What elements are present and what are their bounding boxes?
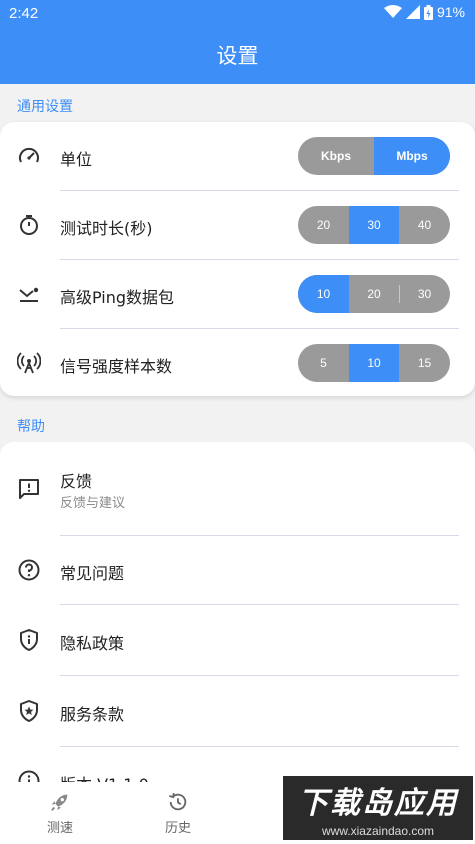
antenna-icon — [17, 352, 41, 374]
section-title-general: 通用设置 — [17, 99, 73, 115]
app-bar: 设置 — [0, 26, 475, 84]
nav-item-history[interactable]: 历史 — [138, 782, 218, 844]
setting-row-ping: 高级Ping数据包 10 20 30 — [0, 260, 475, 328]
unit-option-kbps[interactable]: Kbps — [298, 137, 374, 175]
setting-row-signal: 信号强度样本数 5 10 15 — [0, 329, 475, 396]
signal-icon — [405, 5, 420, 19]
battery-level: 91% — [436, 4, 465, 20]
ping-selector: 10 20 30 — [298, 275, 450, 313]
help-sub-feedback: 反馈与建议 — [60, 496, 126, 511]
signal-option-15[interactable]: 15 — [399, 344, 450, 382]
duration-selector: 20 30 40 — [298, 206, 450, 244]
duration-option-40[interactable]: 40 — [399, 206, 450, 244]
rocket-icon — [51, 794, 68, 811]
nav-label-history: 历史 — [164, 820, 191, 836]
timer-icon — [20, 215, 38, 235]
duration-option-20[interactable]: 20 — [298, 206, 349, 244]
nav-label-speed: 测速 — [46, 820, 73, 836]
help-label-feedback: 反馈 — [60, 472, 93, 491]
setting-row-duration: 测试时长(秒) 20 30 40 — [0, 191, 475, 259]
speedometer-icon — [19, 147, 39, 163]
signal-option-5[interactable]: 5 — [298, 344, 349, 382]
battery-icon — [423, 4, 433, 20]
help-item-faq[interactable]: 常见问题 — [0, 536, 475, 604]
ping-option-30[interactable]: 30 — [399, 275, 450, 313]
help-item-privacy[interactable]: 隐私政策 — [0, 605, 475, 675]
setting-label-unit: 单位 — [60, 150, 93, 169]
help-item-terms[interactable]: 服务条款 — [0, 676, 475, 746]
history-icon — [169, 792, 187, 810]
watermark-url: www.xiazaindao.com — [321, 824, 435, 838]
status-icons: 91% — [383, 4, 465, 20]
duration-option-30[interactable]: 30 — [349, 206, 399, 244]
status-bar: 2:42 91% — [0, 0, 475, 26]
setting-label-signal: 信号强度样本数 — [60, 357, 173, 376]
help-label-terms: 服务条款 — [60, 705, 125, 724]
ping-option-20[interactable]: 20 — [349, 275, 399, 313]
help-item-feedback[interactable]: 反馈 反馈与建议 — [0, 442, 475, 535]
question-icon — [18, 559, 40, 581]
unit-option-mbps[interactable]: Mbps — [374, 137, 450, 175]
general-settings-card: 单位 Kbps Mbps 测试时长(秒) 20 30 40 高级Ping数据包 … — [0, 122, 475, 396]
page-title: 设置 — [216, 44, 259, 68]
section-title-help: 帮助 — [17, 419, 45, 435]
setting-row-unit: 单位 Kbps Mbps — [0, 122, 475, 190]
wifi-icon — [383, 5, 402, 18]
shield-star-icon — [20, 700, 38, 722]
nav-item-speed[interactable]: 测速 — [20, 782, 100, 844]
signal-option-10[interactable]: 10 — [349, 344, 399, 382]
signal-selector: 5 10 15 — [298, 344, 450, 382]
help-label-faq: 常见问题 — [60, 564, 125, 583]
feedback-icon — [19, 479, 39, 499]
watermark-main: 下载岛应用 — [298, 786, 458, 821]
help-label-privacy: 隐私政策 — [60, 634, 125, 653]
status-time: 2:42 — [9, 5, 39, 22]
help-card: 反馈 反馈与建议 常见问题 隐私政策 服务条款 版本 V1.1.0 — [0, 442, 475, 802]
setting-label-duration: 测试时长(秒) — [60, 219, 153, 238]
watermark: 下载岛应用 www.xiazaindao.com — [283, 776, 473, 840]
ping-icon — [19, 287, 39, 302]
shield-info-icon — [20, 629, 38, 651]
setting-label-ping: 高级Ping数据包 — [60, 288, 175, 307]
unit-selector: Kbps Mbps — [298, 137, 450, 175]
ping-option-10[interactable]: 10 — [298, 275, 349, 313]
